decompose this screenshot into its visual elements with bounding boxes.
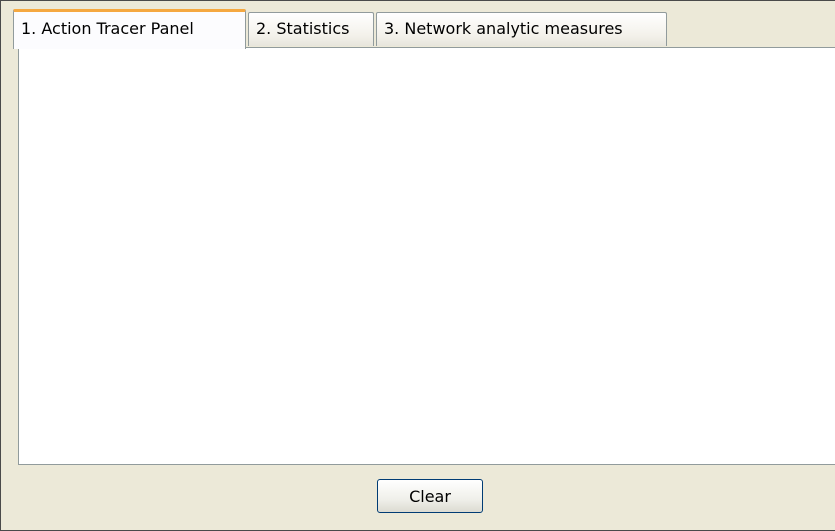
tab-network-analytic-measures[interactable]: 3. Network analytic measures	[376, 12, 667, 46]
action-tracer-content-area[interactable]	[18, 47, 835, 465]
clear-button[interactable]: Clear	[377, 479, 483, 513]
button-bar: Clear	[18, 465, 835, 531]
tab-statistics[interactable]: 2. Statistics	[248, 12, 374, 46]
tab-action-tracer-panel[interactable]: 1. Action Tracer Panel	[13, 9, 246, 49]
tab-strip: 1. Action Tracer Panel 2. Statistics 3. …	[1, 1, 835, 49]
action-tracer-window: 1. Action Tracer Panel 2. Statistics 3. …	[0, 0, 835, 531]
